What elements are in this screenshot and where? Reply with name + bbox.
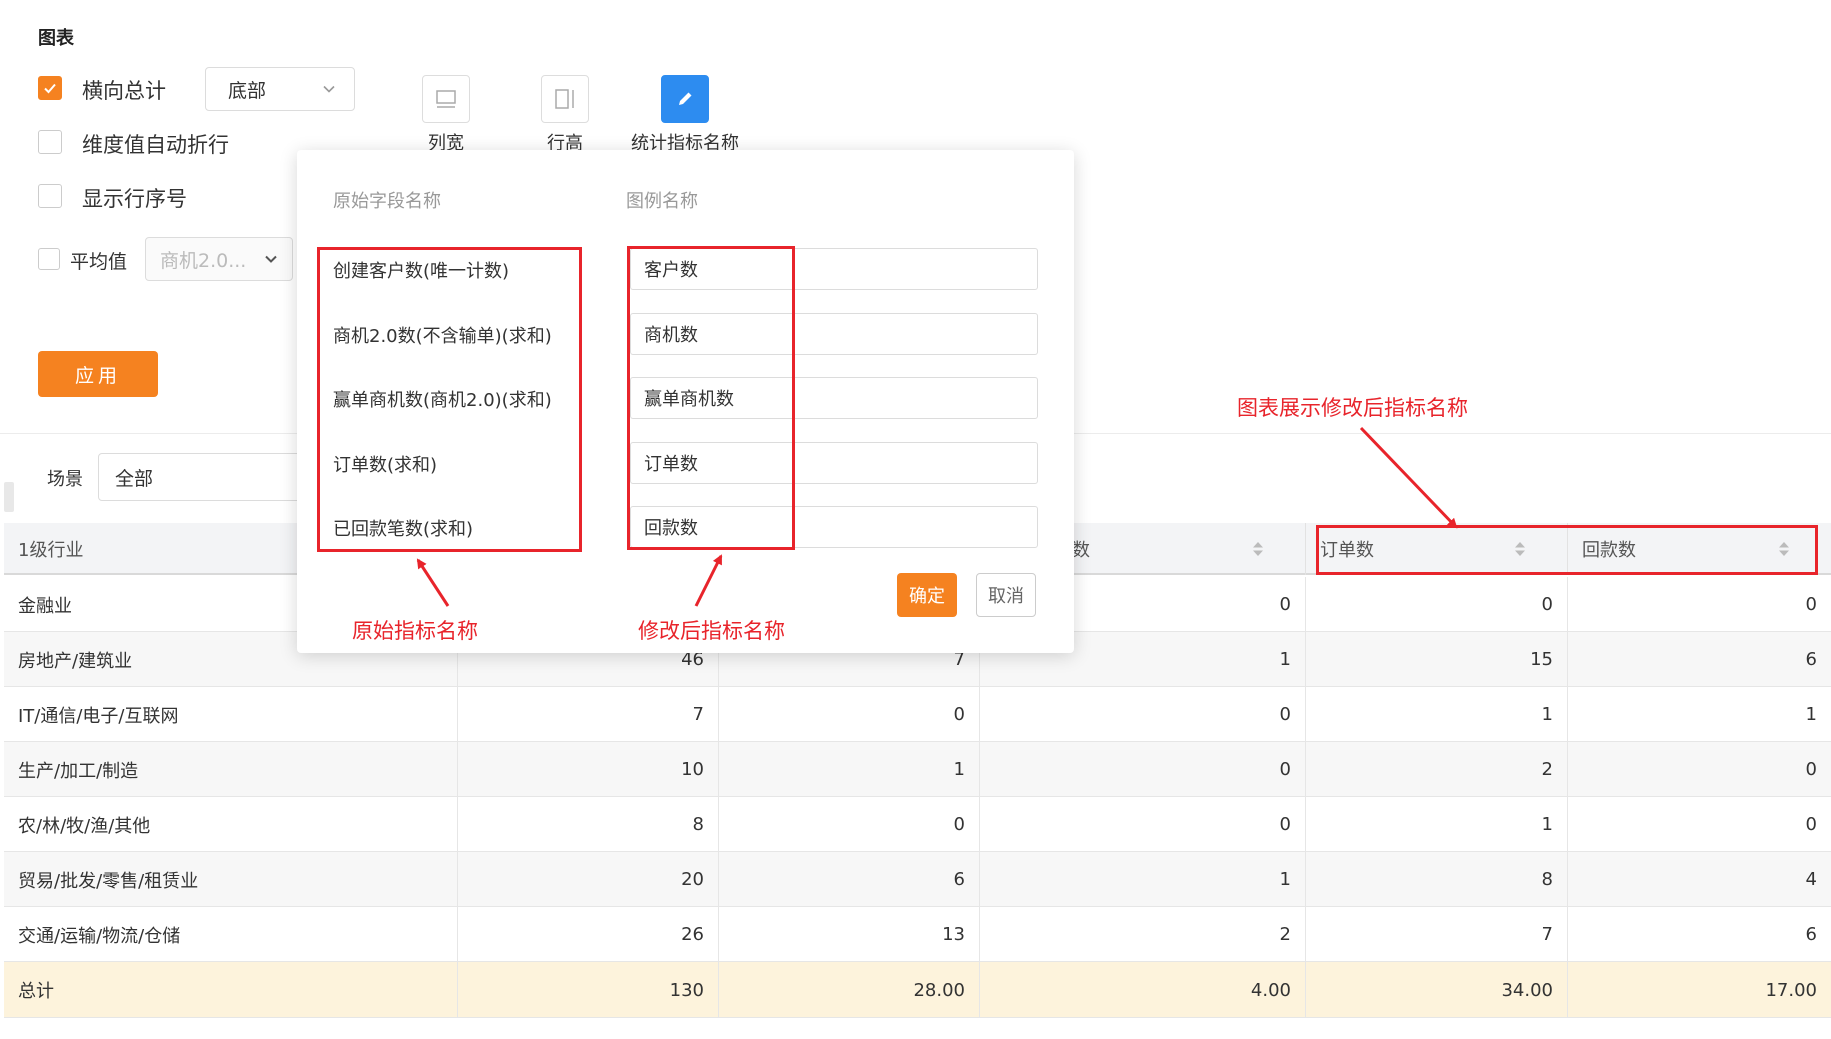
- arrow-modified: [694, 554, 723, 607]
- arrow-original: [416, 558, 450, 607]
- arrow-chart-display: [1359, 426, 1458, 529]
- annotation-arrows: [416, 426, 1458, 607]
